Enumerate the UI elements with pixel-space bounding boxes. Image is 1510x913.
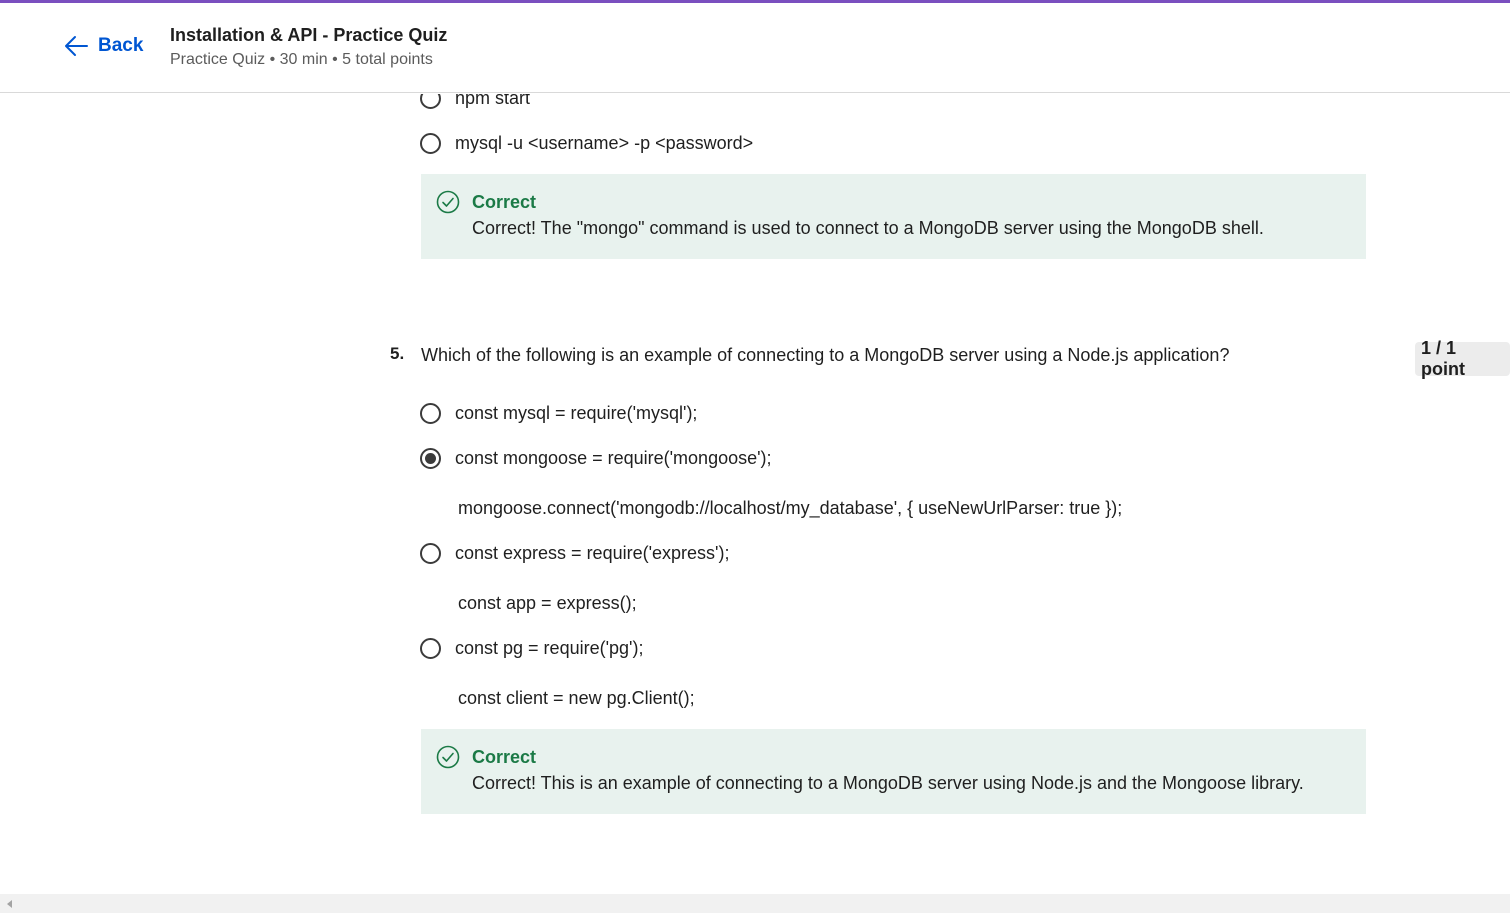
q5-option-4[interactable]: const pg = require('pg'); xyxy=(420,638,643,659)
option-code-line: const client = new pg.Client(); xyxy=(458,688,695,708)
radio-button-selected[interactable] xyxy=(420,448,441,469)
quiz-content: npm start mysql -u <username> -p <passwo… xyxy=(0,94,1510,893)
option-label: const mysql = require('mysql'); xyxy=(455,403,698,423)
question-number: 5. xyxy=(390,344,405,363)
q4-option-2[interactable]: mysql -u <username> -p <password> xyxy=(420,133,753,154)
option-label: const express = require('express'); xyxy=(455,543,730,563)
radio-button[interactable] xyxy=(420,543,441,564)
option-label: mysql -u <username> -p <password> xyxy=(455,133,754,153)
radio-button[interactable] xyxy=(420,94,441,109)
horizontal-scrollbar[interactable] xyxy=(0,894,1510,913)
q4-option-1[interactable]: npm start xyxy=(420,94,530,109)
q5-feedback: Correct Correct! This is an example of c… xyxy=(421,729,1366,814)
radio-button[interactable] xyxy=(420,403,441,424)
quiz-header: Back Installation & API - Practice Quiz … xyxy=(0,3,1510,93)
option-label: const pg = require('pg'); xyxy=(455,638,644,658)
q5-option-1[interactable]: const mysql = require('mysql'); xyxy=(420,403,697,424)
feedback-title: Correct xyxy=(472,747,537,767)
radio-button[interactable] xyxy=(420,133,441,154)
option-label: const mongoose = require('mongoose'); xyxy=(455,448,772,468)
quiz-meta: Practice Quiz • 30 min • 5 total points xyxy=(170,51,433,68)
q5-option-2[interactable]: const mongoose = require('mongoose'); xyxy=(420,448,772,469)
q5-option-3[interactable]: const express = require('express'); xyxy=(420,543,729,564)
option-code-line: mongoose.connect('mongodb://localhost/my… xyxy=(458,498,1123,518)
question-text: Which of the following is an example of … xyxy=(421,345,1230,365)
option-label: npm start xyxy=(455,94,531,108)
feedback-text: Correct! This is an example of connectin… xyxy=(472,773,1304,793)
check-circle-icon xyxy=(436,190,460,214)
q4-feedback: Correct Correct! The "mongo" command is … xyxy=(421,174,1366,259)
option-code-line: const app = express(); xyxy=(458,593,637,613)
check-circle-icon xyxy=(436,745,460,769)
arrow-left-icon xyxy=(65,36,88,56)
back-button-label: Back xyxy=(98,35,144,56)
page-title: Installation & API - Practice Quiz xyxy=(170,25,448,45)
feedback-title: Correct xyxy=(472,192,537,212)
points-badge: 1 / 1 point xyxy=(1415,338,1510,379)
scroll-left-arrow-icon[interactable] xyxy=(7,900,12,908)
feedback-text: Correct! The "mongo" command is used to … xyxy=(472,218,1264,238)
back-button[interactable]: Back xyxy=(64,35,143,57)
radio-button[interactable] xyxy=(420,638,441,659)
